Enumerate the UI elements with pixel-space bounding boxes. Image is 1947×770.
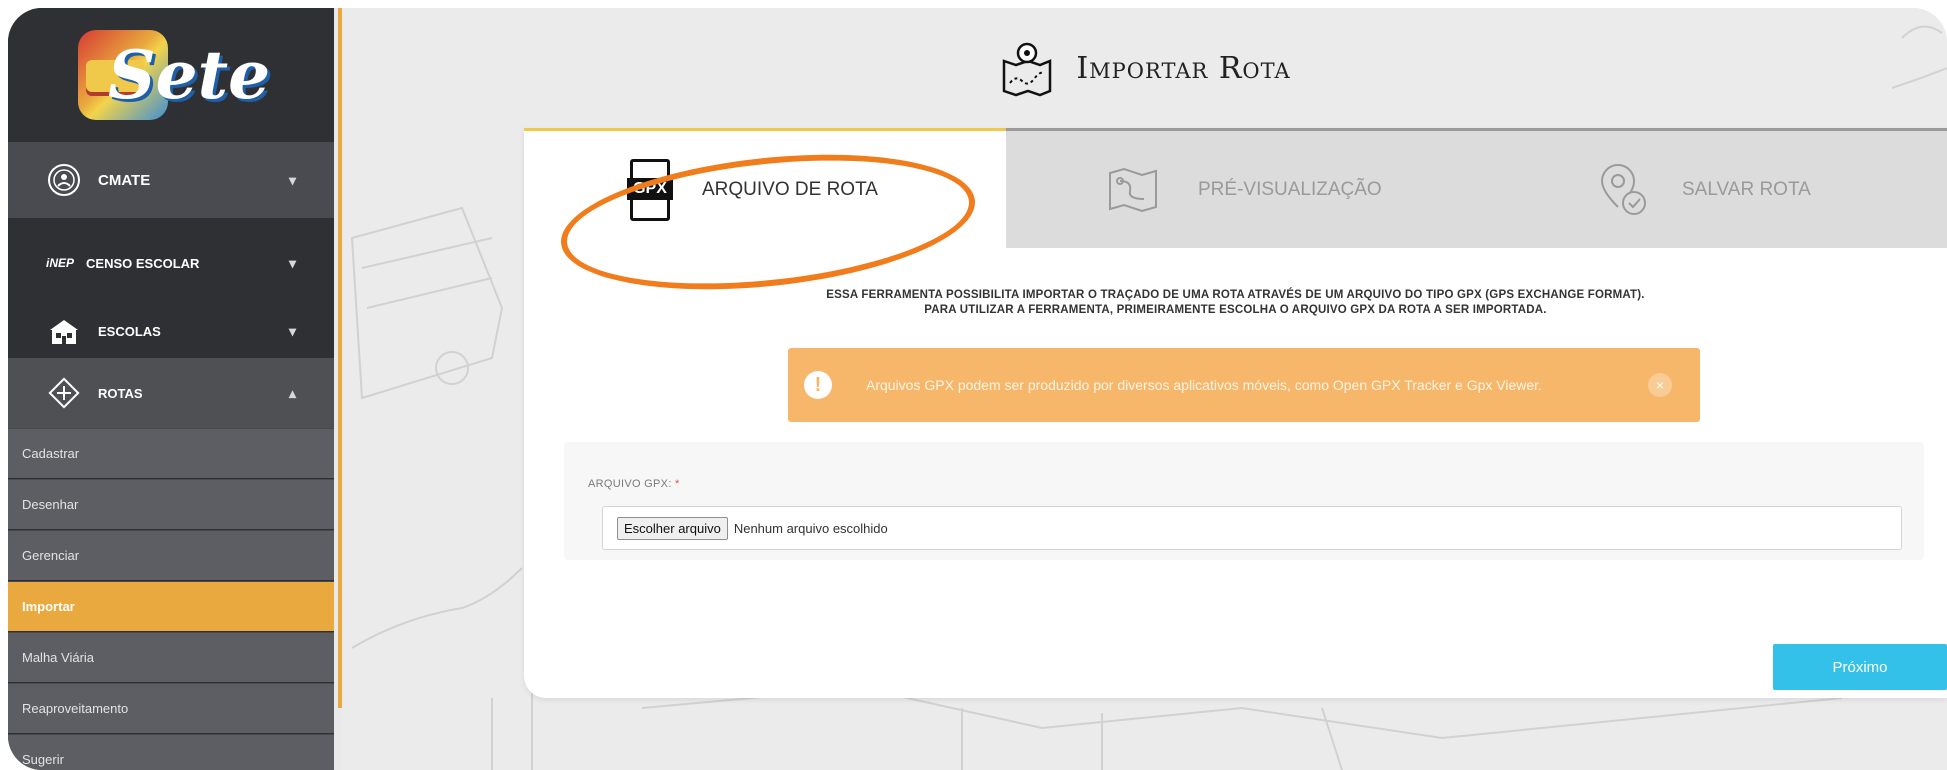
sidebar-item-rotas[interactable]: ROTAS ▴	[8, 358, 334, 428]
app-window: Sete CMATE ▾ iNEP CENSO ESCOLAR ▾ ESCOLA…	[8, 8, 1947, 770]
gpx-file-form: ARQUIVO GPX: * Escolher arquivo Nenhum a…	[564, 442, 1924, 560]
main-content: Importar Rota GPX ARQUIVO DE ROTA PRÉ-VI…	[342, 8, 1947, 770]
tab-label: SALVAR ROTA	[1682, 178, 1811, 200]
badge-icon	[46, 162, 82, 198]
gpx-file-label-text: ARQUIVO GPX:	[588, 478, 672, 490]
choose-file-button[interactable]: Escolher arquivo	[617, 516, 728, 540]
sidebar: Sete CMATE ▾ iNEP CENSO ESCOLAR ▾ ESCOLA…	[8, 8, 343, 770]
required-mark: *	[675, 478, 680, 490]
sidebar-item-censo-escolar[interactable]: iNEP CENSO ESCOLAR ▾	[8, 230, 334, 296]
page-title: Importar Rota	[1076, 50, 1291, 86]
sidebar-user-label: CMATE	[98, 171, 151, 189]
sidebar-user-menu[interactable]: CMATE ▾	[8, 142, 334, 218]
description-line-1: ESSA FERRAMENTA POSSIBILITA IMPORTAR O T…	[826, 289, 1645, 301]
gpx-file-input[interactable]: Escolher arquivo Nenhum arquivo escolhid…	[602, 506, 1902, 550]
alert-icon: !	[804, 371, 832, 399]
tab-strip-inactive: PRÉ-VISUALIZAÇÃO SALVAR ROTA	[1006, 128, 1947, 248]
location-check-icon	[1600, 163, 1646, 215]
tab-label: PRÉ-VISUALIZAÇÃO	[1198, 178, 1382, 200]
map-route-icon	[1109, 167, 1157, 212]
sidebar-subitem-reaproveitamento[interactable]: Reaproveitamento	[8, 683, 334, 733]
chevron-down-icon: ▾	[288, 322, 296, 339]
tab-salvar-rota[interactable]: SALVAR ROTA	[1596, 163, 1811, 217]
chevron-down-icon: ▾	[288, 171, 296, 188]
alert-text: Arquivos GPX podem ser produzido por div…	[866, 376, 1542, 393]
app-logo[interactable]: Sete	[8, 8, 334, 142]
next-button[interactable]: Próximo	[1773, 644, 1947, 690]
import-wizard-card: GPX ARQUIVO DE ROTA PRÉ-VISUALIZAÇÃO SAL…	[524, 128, 1947, 698]
sidebar-subitem-cadastrar[interactable]: Cadastrar	[8, 428, 334, 478]
sidebar-item-label: CENSO ESCOLAR	[86, 255, 200, 271]
info-alert: ! Arquivos GPX podem ser produzido por d…	[788, 348, 1700, 422]
inep-icon: iNEP	[46, 256, 75, 270]
route-compass-icon	[46, 375, 82, 411]
gpx-file-label: ARQUIVO GPX: *	[588, 478, 680, 490]
sidebar-item-label: ESCOLAS	[98, 323, 161, 339]
sidebar-subitem-desenhar[interactable]: Desenhar	[8, 479, 334, 529]
sidebar-subitem-malha-viaria[interactable]: Malha Viária	[8, 632, 334, 682]
tool-description: ESSA FERRAMENTA POSSIBILITA IMPORTAR O T…	[524, 288, 1947, 318]
file-status-text: Nenhum arquivo escolhido	[733, 520, 888, 536]
sidebar-subitem-gerenciar[interactable]: Gerenciar	[8, 530, 334, 580]
map-pin-icon	[1003, 42, 1052, 97]
sidebar-subitem-sugerir[interactable]: Sugerir	[8, 734, 334, 770]
sidebar-subitem-importar[interactable]: Importar	[8, 581, 334, 631]
chevron-up-icon: ▴	[288, 384, 296, 401]
chevron-down-icon: ▾	[288, 254, 296, 271]
page-header: Importar Rota	[342, 8, 1947, 128]
sidebar-item-label: ROTAS	[98, 385, 143, 401]
alert-close-icon[interactable]: ×	[1648, 373, 1672, 397]
sidebar-item-escolas[interactable]: ESCOLAS ▾	[8, 298, 334, 364]
tab-pre-visualizacao[interactable]: PRÉ-VISUALIZAÇÃO	[1106, 167, 1382, 213]
wizard-tabs: GPX ARQUIVO DE ROTA PRÉ-VISUALIZAÇÃO SAL…	[524, 128, 1947, 308]
school-icon	[46, 313, 82, 349]
description-line-2: PARA UTILIZAR A FERRAMENTA, PRIMEIRAMENT…	[924, 304, 1547, 316]
logo-wordmark: Sete	[108, 36, 271, 114]
